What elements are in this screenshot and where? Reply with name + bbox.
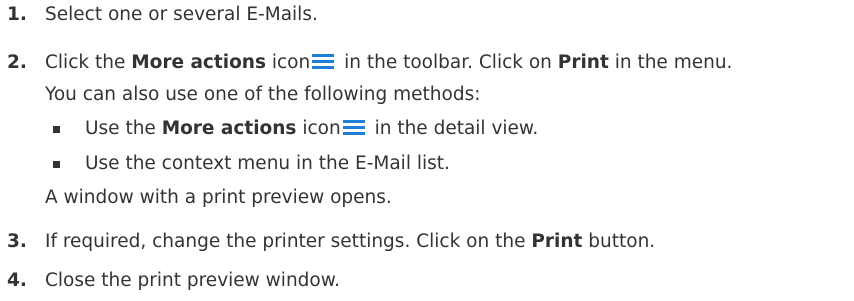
bullet-marker [53, 126, 60, 133]
step-number: 4. [7, 270, 27, 291]
step-number: 2. [7, 52, 27, 73]
bullet-text: Use the More actions icon in the detail … [85, 116, 538, 142]
step-text-segment: in the menu. [608, 52, 733, 73]
step-result: A window with a print preview opens. [45, 187, 392, 208]
hamburger-menu-icon [312, 54, 335, 69]
ui-term-print: Print [531, 231, 583, 252]
step-text: If required, change the printer settings… [45, 229, 655, 255]
step-number: 3. [7, 231, 27, 252]
ui-term-more-actions: More actions [131, 52, 266, 73]
step-text: Select one or several E-Mails. [45, 4, 318, 25]
ui-term-print: Print [557, 52, 609, 73]
step-text-segment: icon [265, 52, 311, 73]
step-note: You can also use one of the following me… [45, 84, 481, 105]
step-text: Close the print preview window. [45, 270, 341, 291]
instruction-steps: 1. Select one or several E-Mails. 2. Cli… [0, 0, 854, 301]
step-text-segment: Click the [45, 52, 132, 73]
step-text-segment: If required, change the printer settings… [45, 231, 532, 252]
ui-term-more-actions: More actions [161, 118, 297, 139]
step-text-segment: in the toolbar. Click on [338, 52, 558, 73]
step-text-segment: button. [582, 231, 656, 252]
bullet-text-segment: Use the [85, 118, 162, 139]
hamburger-menu-icon [342, 120, 365, 135]
bullet-text-segment: icon [296, 118, 341, 139]
bullet-text-segment: in the detail view. [368, 118, 539, 139]
step-text: Click the More actions icon in the toolb… [45, 50, 732, 76]
bullet-marker [53, 161, 60, 168]
bullet-text: Use the context menu in the E-Mail list. [85, 153, 450, 174]
step-number: 1. [7, 4, 27, 25]
